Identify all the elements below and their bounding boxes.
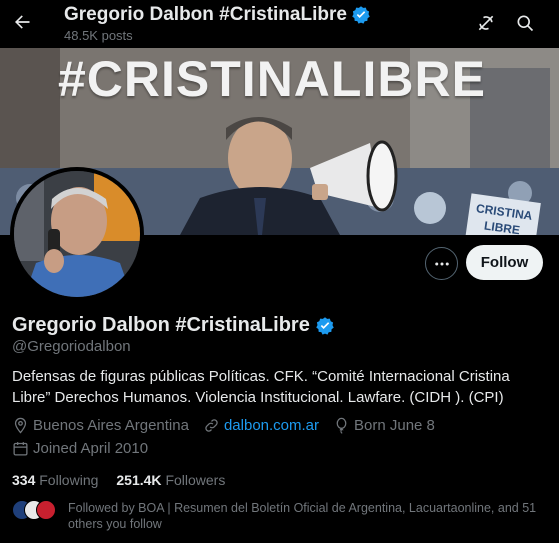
- handle: @Gregoriodalbon: [12, 338, 131, 355]
- website-item: dalbon.com.ar: [203, 417, 319, 434]
- follow-stats: 334 Following 251.4K Followers: [12, 472, 225, 488]
- birthday-item: Born June 8: [333, 417, 435, 434]
- follow-button[interactable]: Follow: [466, 245, 543, 280]
- following-link[interactable]: 334 Following: [12, 472, 98, 488]
- bio: Defensas de figuras públicas Políticas. …: [12, 368, 510, 406]
- follower-avatar-3: [36, 500, 56, 520]
- search-button[interactable]: [512, 10, 538, 36]
- back-button[interactable]: [10, 8, 34, 36]
- followers-link[interactable]: 251.4K Followers: [116, 472, 225, 488]
- following-count: 334: [12, 472, 36, 488]
- followed-by-text[interactable]: Followed by BOA | Resumen del Boletín Of…: [68, 500, 548, 532]
- followers-count: 251.4K: [116, 472, 162, 488]
- website-link[interactable]: dalbon.com.ar: [224, 417, 319, 434]
- following-label: Following: [39, 472, 99, 488]
- followers-label: Followers: [165, 472, 226, 488]
- joined-item: Joined April 2010: [12, 440, 148, 457]
- header-title-block: Gregorio Dalbon #CristinaLibre 48.5K pos…: [64, 4, 371, 43]
- verified-badge-icon[interactable]: [315, 316, 335, 336]
- balloon-icon: [336, 417, 347, 434]
- verified-badge-icon: [352, 6, 370, 24]
- followed-by-block: Followed by BOA | Resumen del Boletín Of…: [12, 500, 548, 532]
- more-icon: [434, 262, 449, 265]
- more-button[interactable]: [425, 247, 458, 280]
- grok-button[interactable]: [473, 10, 499, 36]
- link-icon: [205, 419, 218, 432]
- header-name-row: Gregorio Dalbon #CristinaLibre: [64, 4, 371, 26]
- calendar-icon: [13, 442, 28, 456]
- location-icon: [14, 417, 27, 434]
- banner-hashtag-text: #CRISTINALIBRE: [58, 51, 486, 107]
- grok-icon: [478, 15, 494, 31]
- joined-text: Joined April 2010: [33, 440, 149, 457]
- header-name: Gregorio Dalbon #CristinaLibre: [64, 4, 347, 25]
- birthday-text: Born June 8: [354, 417, 435, 434]
- avatar-photo: [14, 171, 140, 297]
- location-item: Buenos Aires Argentina: [12, 417, 189, 434]
- post-count: 48.5K posts: [64, 28, 133, 43]
- avatar[interactable]: [10, 167, 144, 301]
- top-bar: Gregorio Dalbon #CristinaLibre 48.5K pos…: [0, 0, 559, 48]
- display-name: Gregorio Dalbon #CristinaLibre: [12, 314, 310, 336]
- back-arrow-icon: [15, 15, 30, 29]
- location-text: Buenos Aires Argentina: [33, 417, 189, 434]
- display-name-row: Gregorio Dalbon #CristinaLibre: [12, 314, 335, 337]
- profile-meta-row: Buenos Aires Argentina dalbon.com.ar Bor…: [12, 417, 449, 434]
- followed-by-avatars[interactable]: [12, 500, 60, 522]
- search-icon: [517, 15, 534, 32]
